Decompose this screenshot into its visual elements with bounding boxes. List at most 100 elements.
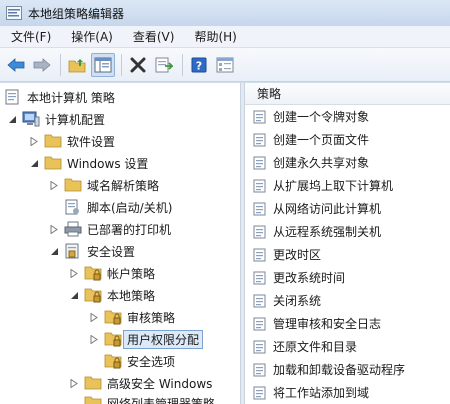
policy-setting-icon xyxy=(253,294,267,308)
tree-label: 本地计算机 策略 xyxy=(27,90,115,105)
locked-folder-icon xyxy=(104,353,122,369)
expanded-arrow-icon[interactable] xyxy=(68,289,80,301)
tree-item-scripts[interactable]: 脚本(启动/关机) xyxy=(64,196,172,218)
up-level-button[interactable] xyxy=(65,53,89,77)
policy-list-pane: 策略 创建一个令牌对象创建一个页面文件 创建永久共享对象从扩展坞上取下计算机 从网络… xyxy=(245,83,450,404)
menu-help[interactable]: 帮助(H) xyxy=(187,26,243,47)
collapsed-arrow-icon[interactable] xyxy=(68,377,80,389)
tree-item-security-options[interactable]: 安全选项 xyxy=(104,350,175,372)
policy-list-item[interactable]: 创建一个页面文件 xyxy=(245,128,450,151)
tree-label: 已部署的打印机 xyxy=(87,222,172,237)
policy-list-item[interactable]: 管理审核和安全日志 xyxy=(245,312,450,335)
policy-list-item[interactable]: 从扩展坞上取下计算机 xyxy=(245,174,450,197)
delete-button[interactable] xyxy=(126,53,150,77)
policy-name: 更改时区 xyxy=(273,248,322,262)
tree-item-account-policy[interactable]: 帐户策略 xyxy=(68,262,155,284)
policy-name: 还原文件和目录 xyxy=(273,340,358,354)
tree-item-network-list[interactable]: 网络列表管理器策略 xyxy=(84,392,215,404)
forward-arrow-icon xyxy=(33,57,51,72)
tree-item-dns-policy[interactable]: 域名解析策略 xyxy=(48,174,159,196)
policy-list-item[interactable]: 从远程系统强制关机 xyxy=(245,220,450,243)
policy-list-item[interactable]: 更改时区 xyxy=(245,243,450,266)
tree-item-root[interactable]: 本地计算机 策略 xyxy=(4,86,115,108)
help-icon: ? xyxy=(191,57,207,72)
locked-folder-icon xyxy=(104,309,122,325)
toolbar-separator xyxy=(182,53,183,76)
policy-list-item[interactable]: 从网络访问此计算机 xyxy=(245,197,450,220)
policy-name: 从网络访问此计算机 xyxy=(273,202,382,216)
tree-label: 用户权限分配 xyxy=(123,329,204,349)
tree-item-security-settings[interactable]: 安全设置 xyxy=(48,240,135,262)
expanded-arrow-icon[interactable] xyxy=(28,157,40,169)
expanded-arrow-icon[interactable] xyxy=(6,113,18,125)
policy-setting-icon xyxy=(253,133,267,147)
tree-item-user-rights[interactable]: 用户权限分配 xyxy=(88,328,204,350)
export-list-button[interactable] xyxy=(152,53,176,77)
policy-list-item[interactable]: 还原文件和目录 xyxy=(245,335,450,358)
policy-list: 创建一个令牌对象创建一个页面文件 创建永久共享对象从扩展坞上取下计算机 从网络访问此… xyxy=(245,105,450,404)
forward-button[interactable] xyxy=(30,53,54,77)
tree-item-audit-policy[interactable]: 审核策略 xyxy=(88,306,175,328)
back-button[interactable] xyxy=(4,53,28,77)
menu-action[interactable]: 操作(A) xyxy=(64,26,120,47)
tree-item-computer-config[interactable]: 计算机配置 xyxy=(6,108,105,130)
security-settings-icon xyxy=(64,243,82,259)
column-header-policy[interactable]: 策略 xyxy=(245,83,450,105)
title-bar: 本地组策略编辑器 xyxy=(0,0,450,26)
toolbar: ? xyxy=(0,48,450,82)
policy-name: 从扩展坞上取下计算机 xyxy=(273,179,394,193)
policy-list-item[interactable]: 创建永久共享对象 xyxy=(245,151,450,174)
show-hide-tree-button[interactable] xyxy=(91,52,115,77)
folder-up-icon xyxy=(68,58,86,72)
column-header-label: 策略 xyxy=(257,87,282,101)
collapsed-arrow-icon[interactable] xyxy=(88,311,100,323)
policy-setting-icon xyxy=(253,179,267,193)
tree-label: 软件设置 xyxy=(67,134,116,149)
collapsed-arrow-icon[interactable] xyxy=(48,179,60,191)
locked-folder-icon xyxy=(104,331,122,347)
locked-folder-icon xyxy=(84,265,102,281)
policy-setting-icon xyxy=(253,225,267,239)
export-list-icon xyxy=(155,57,173,72)
policy-list-item[interactable]: 关闭系统 xyxy=(245,289,450,312)
tree-item-software-settings[interactable]: 软件设置 xyxy=(28,130,115,152)
collapsed-arrow-icon[interactable] xyxy=(68,267,80,279)
collapsed-arrow-icon[interactable] xyxy=(48,223,60,235)
policy-list-item[interactable]: 加载和卸载设备驱动程序 xyxy=(245,358,450,381)
window-title: 本地组策略编辑器 xyxy=(28,6,125,21)
menu-view[interactable]: 查看(V) xyxy=(126,26,182,47)
collapsed-arrow-icon[interactable] xyxy=(28,135,40,147)
folder-icon xyxy=(44,155,62,171)
locked-folder-icon xyxy=(84,287,102,303)
menu-file[interactable]: 文件(F) xyxy=(4,26,58,47)
tree-item-windows-settings[interactable]: Windows 设置 xyxy=(28,152,148,174)
tree-label: Windows 设置 xyxy=(67,156,149,171)
tree-label: 审核策略 xyxy=(127,310,176,325)
policy-list-item[interactable]: 更改系统时间 xyxy=(245,266,450,289)
tree-item-local-policy[interactable]: 本地策略 xyxy=(68,284,155,306)
policy-list-item[interactable]: 创建一个令牌对象 xyxy=(245,105,450,128)
policy-name: 创建一个页面文件 xyxy=(273,133,370,147)
help-button[interactable]: ? xyxy=(187,53,211,77)
svg-text:?: ? xyxy=(196,59,202,72)
policy-setting-icon xyxy=(253,271,267,285)
computer-icon xyxy=(22,111,40,127)
policy-setting-icon xyxy=(253,340,267,354)
policy-name: 创建永久共享对象 xyxy=(273,156,370,170)
tree-label: 域名解析策略 xyxy=(87,178,160,193)
tree-item-printers[interactable]: 已部署的打印机 xyxy=(48,218,171,240)
collapsed-arrow-icon[interactable] xyxy=(88,333,100,345)
policy-name: 将工作站添加到域 xyxy=(273,386,370,400)
policy-list-item[interactable]: 将工作站添加到域 xyxy=(245,381,450,404)
policy-name: 管理审核和安全日志 xyxy=(273,317,382,331)
expanded-arrow-icon[interactable] xyxy=(48,245,60,257)
tree-label: 安全设置 xyxy=(87,244,136,259)
tree-label: 高级安全 Windows xyxy=(107,376,213,391)
properties-button[interactable] xyxy=(213,53,237,77)
policy-setting-icon xyxy=(253,156,267,170)
show-hide-tree-icon xyxy=(94,57,112,72)
tree-label: 本地策略 xyxy=(107,288,156,303)
policy-setting-icon xyxy=(253,317,267,331)
tree-item-firewall[interactable]: 高级安全 Windows xyxy=(68,372,212,394)
tree-label: 脚本(启动/关机) xyxy=(87,200,173,215)
